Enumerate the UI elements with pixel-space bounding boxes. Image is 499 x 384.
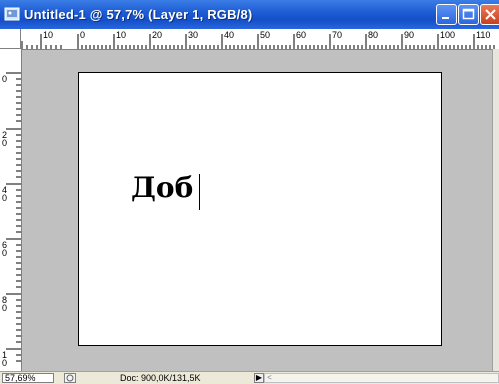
canvas-text-layer[interactable]: Доб: [131, 171, 193, 204]
ruler-ticks: [21, 34, 495, 49]
ruler-label: 10: [43, 30, 54, 40]
ruler-label: 6 0: [2, 240, 8, 258]
document-canvas[interactable]: Доб: [78, 72, 442, 346]
minimize-icon: [442, 17, 449, 19]
ruler-label: 80: [368, 30, 379, 40]
ruler-label: 2 0: [2, 130, 8, 148]
minimize-button[interactable]: [436, 4, 457, 25]
horizontal-scrollbar[interactable]: <: [264, 373, 499, 383]
ruler-label: 110: [476, 30, 491, 40]
photoshop-doc-icon[interactable]: [4, 6, 20, 22]
clock-icon: [66, 374, 74, 382]
ruler-label: 100: [440, 30, 456, 40]
ruler-label: 40: [224, 30, 235, 40]
title-bar[interactable]: Untitled-1 @ 57,7% (Layer 1, RGB/8): [0, 0, 499, 29]
ruler-label: 8 0: [2, 295, 8, 313]
status-bar: 57,69% Doc: 900,0K/131,5K ▶ <: [0, 371, 499, 384]
ruler-label: 4 0: [2, 185, 8, 203]
doc-size-info: Doc: 900,0K/131,5K: [120, 373, 201, 383]
horizontal-ruler[interactable]: 10 0 10 20 30 40 50 60 70 80 90 100 110: [0, 29, 499, 50]
maximize-icon: [462, 8, 475, 20]
ruler-label: 0: [2, 74, 8, 84]
ruler-label: 70: [332, 30, 343, 40]
ruler-ticks: [6, 72, 21, 362]
ruler-label: 50: [260, 30, 271, 40]
ruler-label: 20: [152, 30, 163, 40]
ruler-label: 90: [404, 30, 415, 40]
zoom-field[interactable]: 57,69%: [2, 373, 54, 383]
status-info-icon[interactable]: [64, 373, 76, 383]
close-button[interactable]: [480, 4, 499, 25]
ruler-origin[interactable]: [0, 29, 21, 49]
close-icon: [485, 9, 496, 20]
text-caret: [199, 174, 200, 210]
ruler-label: 60: [296, 30, 307, 40]
ruler-label: 30: [188, 30, 199, 40]
vertical-scrollbar[interactable]: [492, 49, 499, 371]
ruler-label: 0: [80, 30, 86, 40]
vertical-ruler[interactable]: 0 2 0 4 0 6 0 8 0 1 0: [0, 49, 22, 371]
ruler-label: 10: [116, 30, 127, 40]
status-menu-arrow[interactable]: ▶: [254, 373, 264, 383]
window-title: Untitled-1 @ 57,7% (Layer 1, RGB/8): [24, 7, 253, 22]
scroll-left-button[interactable]: <: [265, 374, 274, 382]
ruler-label: 1 0: [2, 350, 8, 368]
maximize-button[interactable]: [458, 4, 479, 25]
